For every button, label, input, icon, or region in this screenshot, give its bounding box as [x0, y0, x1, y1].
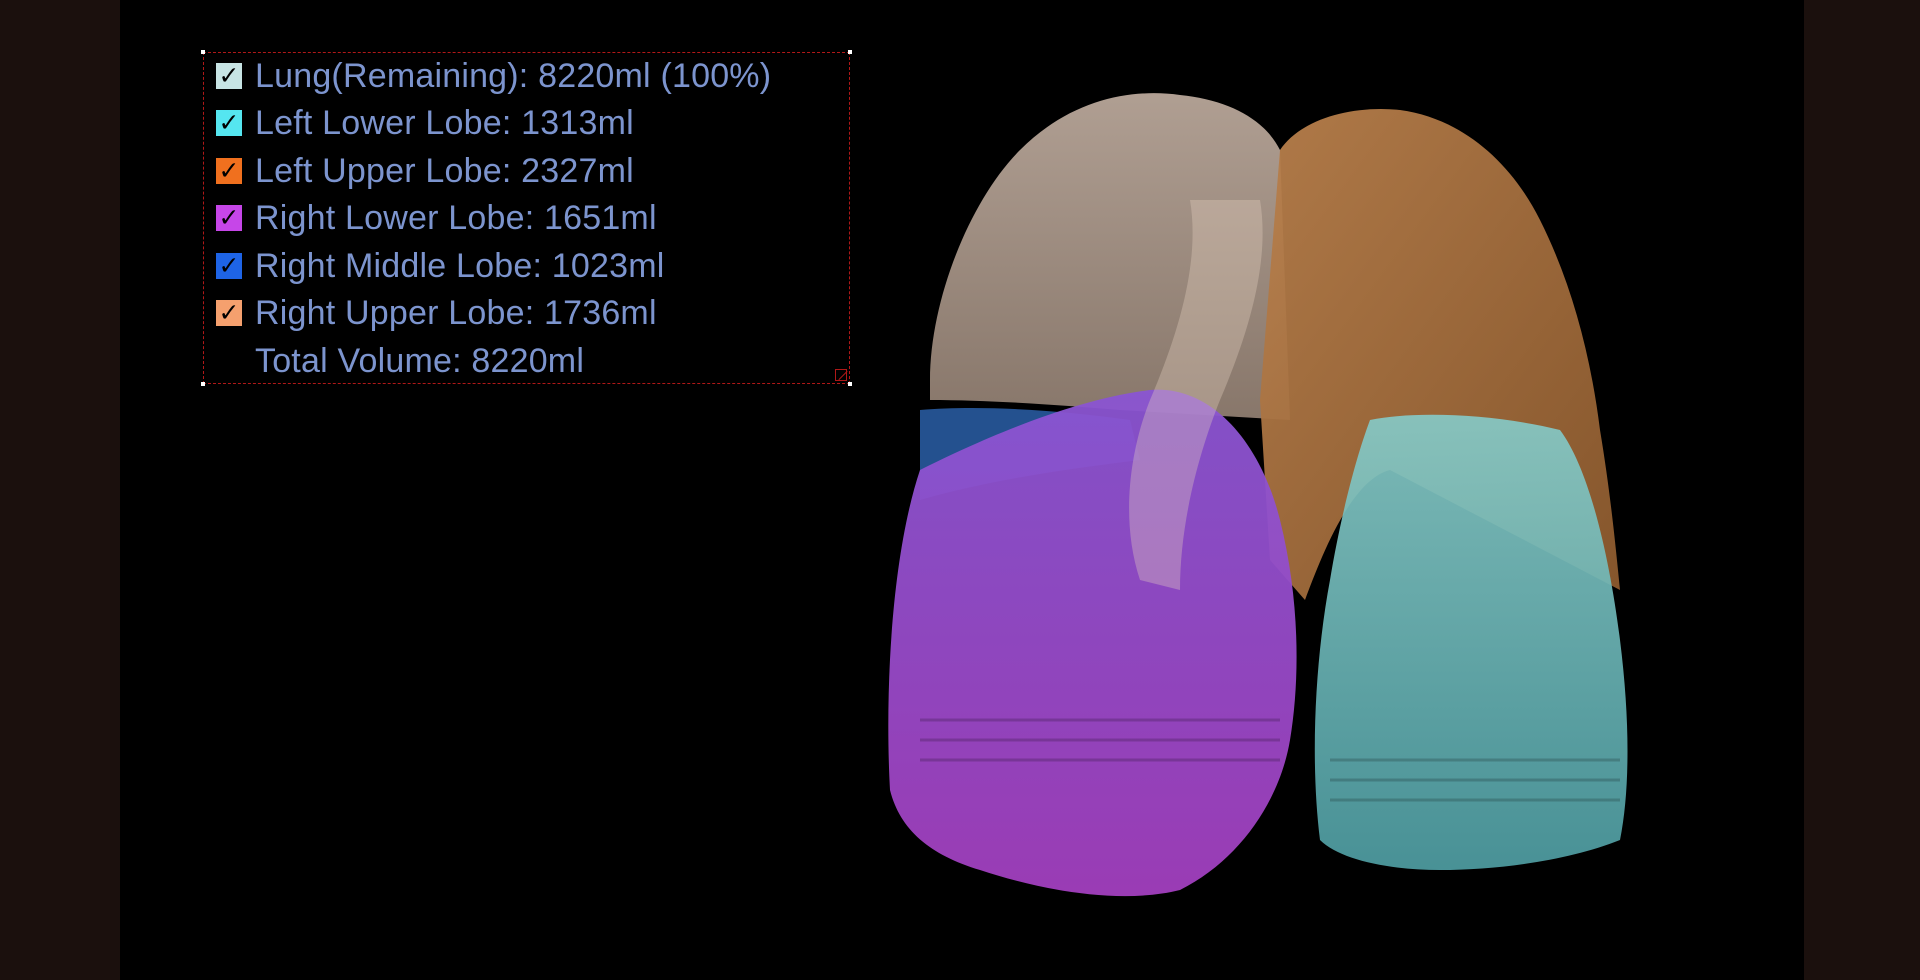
legend-label: Right Middle Lobe: 1023ml [255, 246, 665, 285]
volume-legend-box[interactable]: ✓ Lung(Remaining): 8220ml (100%) ✓ Left … [201, 50, 852, 386]
checkbox-icon[interactable]: ✓ [216, 300, 242, 326]
right-lower-lobe-mesh[interactable] [888, 389, 1297, 897]
left-letterbox [0, 0, 120, 980]
selection-corner [201, 50, 205, 54]
checkbox-icon[interactable]: ✓ [216, 63, 242, 89]
checkbox-icon[interactable]: ✓ [216, 205, 242, 231]
legend-row-left-lower-lobe: ✓ Left Lower Lobe: 1313ml [216, 103, 634, 143]
legend-row-right-lower-lobe: ✓ Right Lower Lobe: 1651ml [216, 198, 657, 238]
checkbox-icon[interactable]: ✓ [216, 158, 242, 184]
legend-row-total: Total Volume: 8220ml [255, 341, 584, 381]
legend-row-right-upper-lobe: ✓ Right Upper Lobe: 1736ml [216, 293, 657, 333]
legend-row-lung-remaining: ✓ Lung(Remaining): 8220ml (100%) [216, 56, 771, 96]
legend-row-left-upper-lobe: ✓ Left Upper Lobe: 2327ml [216, 151, 634, 191]
right-letterbox [1804, 0, 1920, 980]
left-lower-lobe-mesh[interactable] [1314, 414, 1628, 870]
legend-label: Right Upper Lobe: 1736ml [255, 293, 657, 332]
total-volume-label: Total Volume: 8220ml [255, 341, 585, 380]
selection-corner [848, 382, 852, 386]
legend-label: Left Lower Lobe: 1313ml [255, 103, 634, 142]
legend-label: Right Lower Lobe: 1651ml [255, 198, 657, 237]
legend-label: Left Upper Lobe: 2327ml [255, 151, 634, 190]
legend-label: Lung(Remaining): 8220ml (100%) [255, 56, 772, 95]
legend-row-right-middle-lobe: ✓ Right Middle Lobe: 1023ml [216, 246, 664, 286]
selection-corner [201, 382, 205, 386]
selection-corner [848, 50, 852, 54]
checkbox-icon[interactable]: ✓ [216, 253, 242, 279]
checkbox-icon[interactable]: ✓ [216, 110, 242, 136]
resize-handle-icon[interactable] [835, 369, 847, 381]
